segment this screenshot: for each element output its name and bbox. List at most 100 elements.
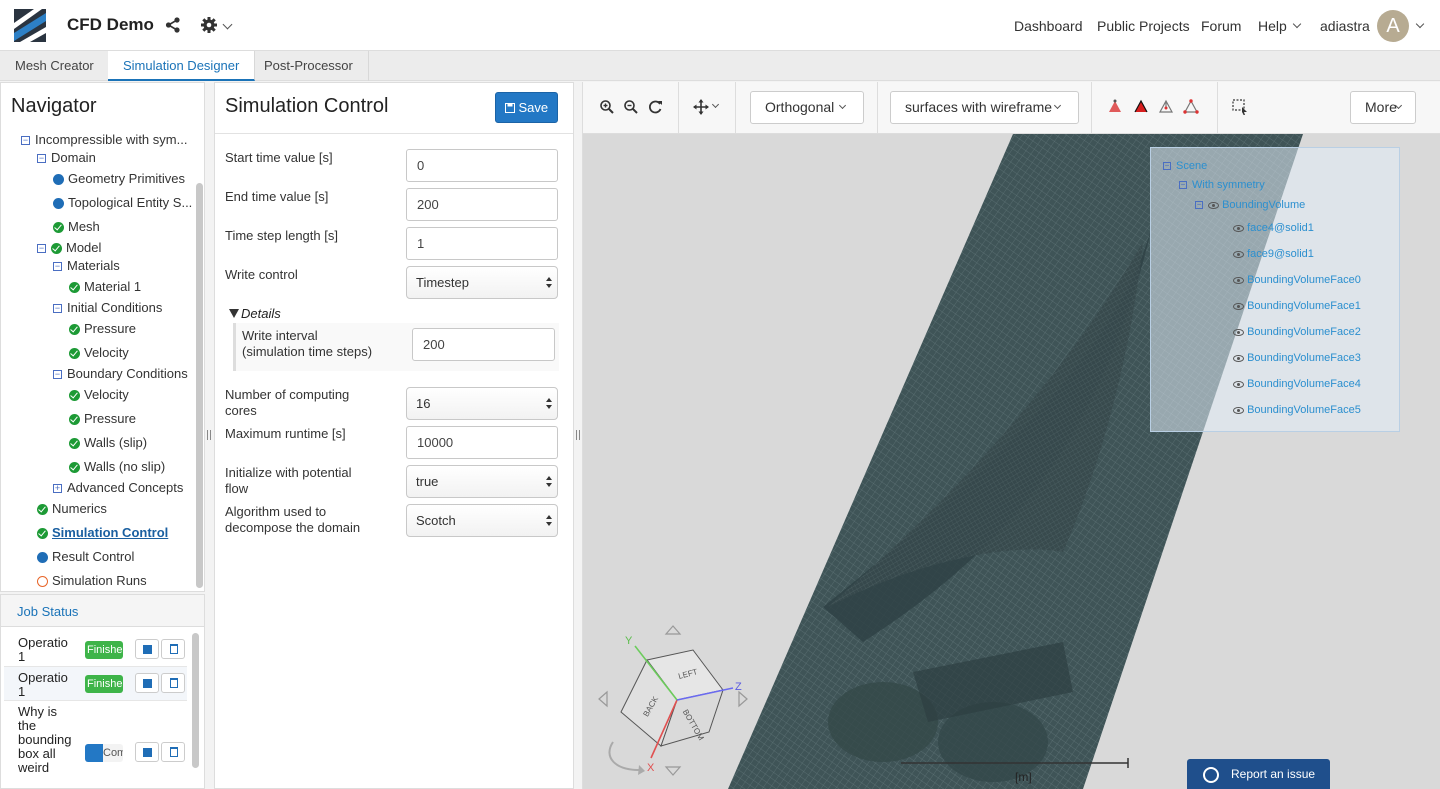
zoom-out-icon[interactable] [623,99,639,115]
delete-job-button[interactable] [161,742,185,762]
scene-tree-overlay[interactable]: − Scene − With symmetry − BoundingVolume f… [1150,147,1400,432]
box-select-icon[interactable] [1232,99,1248,115]
projection-dropdown[interactable]: Orthogonal [750,91,864,124]
scene-face[interactable]: BoundingVolumeFace2 [1233,325,1361,339]
tab-simulation-designer[interactable]: Simulation Designer [108,51,256,81]
stop-job-button[interactable] [135,742,159,762]
scene-face[interactable]: face9@solid1 [1233,247,1314,261]
chevron-down-icon[interactable] [1415,19,1425,29]
select-edges-icon[interactable] [1158,99,1174,115]
decomposition-select[interactable]: Scotch [406,504,558,537]
avatar[interactable]: A [1377,10,1409,42]
tree-item-domain[interactable]: − Domain [37,149,96,167]
app-logo-icon[interactable] [14,9,46,42]
tree-item-mesh[interactable]: Mesh [53,218,100,236]
eye-icon[interactable] [1233,224,1244,232]
job-status-header[interactable]: Job Status [1,595,204,627]
nav-public-projects[interactable]: Public Projects [1097,18,1190,34]
eye-icon[interactable] [1233,406,1244,414]
rotate-icon[interactable] [608,741,640,771]
stop-job-button[interactable] [135,639,159,659]
time-step-input[interactable]: 1 [406,227,558,260]
tree-item-model[interactable]: − Model [37,239,101,257]
select-surfaces-icon[interactable] [1107,99,1123,115]
scene-face[interactable]: BoundingVolumeFace4 [1233,377,1361,391]
select-volumes-icon[interactable] [1133,99,1149,115]
tree-item-project[interactable]: − Incompressible with sym... [21,131,187,149]
collapse-icon[interactable]: − [1195,201,1203,210]
stop-job-button[interactable] [135,673,159,693]
end-time-input[interactable]: 200 [406,188,558,221]
details-toggle[interactable]: Details [241,306,281,321]
job-status-scrollbar[interactable] [192,633,199,768]
collapse-icon[interactable]: − [53,370,62,380]
eye-icon[interactable] [1233,250,1244,258]
tree-item-ic-pressure[interactable]: Pressure [69,320,136,338]
chevron-down-icon[interactable] [1292,19,1302,29]
delete-job-button[interactable] [161,673,185,693]
report-issue-button[interactable]: Report an issue [1187,759,1330,789]
eye-icon[interactable] [1233,354,1244,362]
tree-item-advanced-concepts[interactable]: + Advanced Concepts [53,479,183,497]
tree-item-simulation-runs[interactable]: Simulation Runs [37,572,147,590]
move-icon[interactable] [693,99,709,115]
share-icon[interactable] [165,17,181,33]
tree-item-walls-no-slip[interactable]: Walls (no slip) [69,458,165,476]
collapse-icon[interactable]: − [1179,181,1187,190]
chevron-down-icon[interactable] [222,19,233,30]
3d-viewport[interactable]: Orthogonal surfaces with wireframe More … [582,82,1440,789]
render-mode-dropdown[interactable]: surfaces with wireframe [890,91,1079,124]
arrow-up-icon[interactable] [664,625,682,635]
cores-select[interactable]: 16 [406,387,558,420]
collapse-icon[interactable]: − [53,262,62,272]
eye-icon[interactable] [1233,328,1244,336]
tree-item-initial-conditions[interactable]: − Initial Conditions [53,299,162,317]
panel-splitter[interactable] [576,430,580,440]
start-time-input[interactable]: 0 [406,149,558,182]
tree-item-topological-entity[interactable]: Topological Entity S... [53,194,192,212]
eye-icon[interactable] [1233,380,1244,388]
tree-item-geometry-primitives[interactable]: Geometry Primitives [53,170,185,188]
scene-root[interactable]: − Scene [1163,159,1207,173]
tab-mesh-creator[interactable]: Mesh Creator [0,51,110,81]
tab-post-processor[interactable]: Post-Processor [249,51,369,81]
write-interval-input[interactable]: 200 [412,328,555,361]
app-title[interactable]: CFD Demo [67,15,154,35]
collapse-icon[interactable]: − [1163,162,1171,171]
navigator-scrollbar[interactable] [196,183,203,588]
tree-item-result-control[interactable]: Result Control [37,548,134,566]
triangle-down-icon[interactable] [229,309,239,318]
scene-group[interactable]: − With symmetry [1179,178,1265,192]
nav-help[interactable]: Help [1258,18,1287,34]
gear-icon[interactable] [200,16,218,34]
tree-item-bc-pressure[interactable]: Pressure [69,410,136,428]
tree-item-ic-velocity[interactable]: Velocity [69,344,129,362]
potential-flow-select[interactable]: true [406,465,558,498]
chevron-down-icon[interactable] [711,100,720,109]
eye-icon[interactable] [1233,302,1244,310]
scene-face[interactable]: BoundingVolumeFace0 [1233,273,1361,287]
collapse-icon[interactable]: − [21,136,30,146]
max-runtime-input[interactable]: 10000 [406,426,558,459]
scene-volume[interactable]: − BoundingVolume [1195,198,1305,212]
username[interactable]: adiastra [1320,18,1370,34]
scene-face[interactable]: face4@solid1 [1233,221,1314,235]
tree-item-materials[interactable]: − Materials [53,257,120,275]
more-dropdown[interactable]: More [1350,91,1416,124]
eye-icon[interactable] [1208,201,1219,209]
arrow-left-icon[interactable] [598,690,608,708]
scene-face[interactable]: BoundingVolumeFace3 [1233,351,1361,365]
select-points-icon[interactable] [1183,99,1199,115]
job-status-title[interactable]: Job Status [17,604,78,619]
collapse-icon[interactable]: − [37,154,46,164]
save-button[interactable]: Save [495,92,558,123]
tree-item-simulation-control[interactable]: Simulation Control [37,524,168,542]
tree-item-bc-velocity[interactable]: Velocity [69,386,129,404]
collapse-icon[interactable]: − [53,304,62,314]
scene-face[interactable]: BoundingVolumeFace1 [1233,299,1361,313]
scene-face[interactable]: BoundingVolumeFace5 [1233,403,1361,417]
tree-item-walls-slip[interactable]: Walls (slip) [69,434,147,452]
tree-item-material-1[interactable]: Material 1 [69,278,141,296]
orientation-cube[interactable]: LEFT BACK BOTTOM X Y Z [595,622,765,782]
panel-splitter[interactable] [207,430,211,440]
